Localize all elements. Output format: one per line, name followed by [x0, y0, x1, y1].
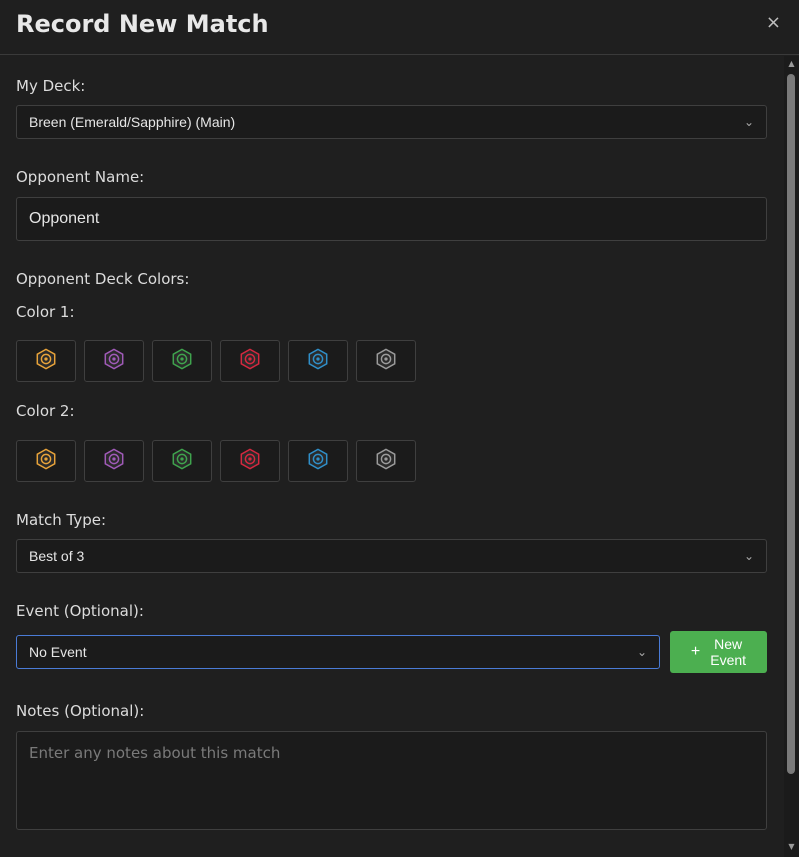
my-deck-select[interactable]: Breen (Emerald/Sapphire) (Main) ⌄ [16, 105, 767, 139]
match-type-label: Match Type: [16, 511, 107, 529]
event-label: Event (Optional): [16, 602, 144, 620]
sapphire-icon [307, 448, 329, 474]
opponent-name-label: Opponent Name: [16, 168, 145, 186]
emerald-icon [171, 348, 193, 374]
notes-textarea[interactable]: Enter any notes about this match [16, 731, 767, 830]
plus-icon: + [690, 643, 701, 660]
amber-icon [35, 448, 57, 474]
amethyst-icon [103, 448, 125, 474]
color2-label: Color 2: [16, 402, 75, 420]
color2-option-amber[interactable] [16, 440, 76, 482]
chevron-down-icon: ⌄ [743, 549, 754, 563]
scroll-up-arrow-icon[interactable]: ▲ [786, 59, 797, 68]
opponent-colors-label: Opponent Deck Colors: [16, 270, 190, 288]
color1-option-sapphire[interactable] [288, 340, 348, 382]
new-event-button-label: New Event [710, 636, 746, 668]
event-select[interactable]: No Event ⌄ [16, 635, 660, 669]
color2-option-emerald[interactable] [152, 440, 212, 482]
new-event-line2: Event [710, 652, 747, 668]
steel-icon [375, 348, 397, 374]
match-type-select[interactable]: Best of 3 ⌄ [16, 539, 767, 573]
my-deck-selected: Breen (Emerald/Sapphire) (Main) [29, 114, 236, 130]
opponent-name-input[interactable]: Opponent [16, 197, 767, 241]
color2-options [16, 440, 416, 482]
chevron-down-icon: ⌄ [636, 645, 647, 659]
scrollbar[interactable]: ▲ ▼ [784, 56, 799, 857]
my-deck-label: My Deck: [16, 77, 86, 95]
emerald-icon [171, 448, 193, 474]
match-type-selected: Best of 3 [29, 548, 85, 564]
amethyst-icon [103, 348, 125, 374]
scrollbar-thumb[interactable] [787, 74, 795, 774]
color1-option-steel[interactable] [356, 340, 416, 382]
color1-option-amber[interactable] [16, 340, 76, 382]
color1-option-ruby[interactable] [220, 340, 280, 382]
dialog-title: Record New Match [16, 10, 269, 38]
color1-option-amethyst[interactable] [84, 340, 144, 382]
color1-label: Color 1: [16, 303, 75, 321]
notes-label: Notes (Optional): [16, 702, 145, 720]
close-icon[interactable]: × [766, 12, 781, 34]
sapphire-icon [307, 348, 329, 374]
ruby-icon [239, 448, 261, 474]
color2-option-ruby[interactable] [220, 440, 280, 482]
chevron-down-icon: ⌄ [743, 115, 754, 129]
dialog-header: Record New Match × [0, 0, 799, 55]
steel-icon [375, 448, 397, 474]
new-event-line1: New [714, 636, 743, 652]
new-event-button[interactable]: + New Event [670, 631, 767, 673]
dialog-body: My Deck: Breen (Emerald/Sapphire) (Main)… [0, 56, 783, 857]
event-selected: No Event [29, 644, 87, 660]
color2-option-steel[interactable] [356, 440, 416, 482]
amber-icon [35, 348, 57, 374]
color2-option-amethyst[interactable] [84, 440, 144, 482]
scroll-down-arrow-icon[interactable]: ▼ [786, 842, 797, 851]
color1-option-emerald[interactable] [152, 340, 212, 382]
color2-option-sapphire[interactable] [288, 440, 348, 482]
color1-options [16, 340, 416, 382]
ruby-icon [239, 348, 261, 374]
